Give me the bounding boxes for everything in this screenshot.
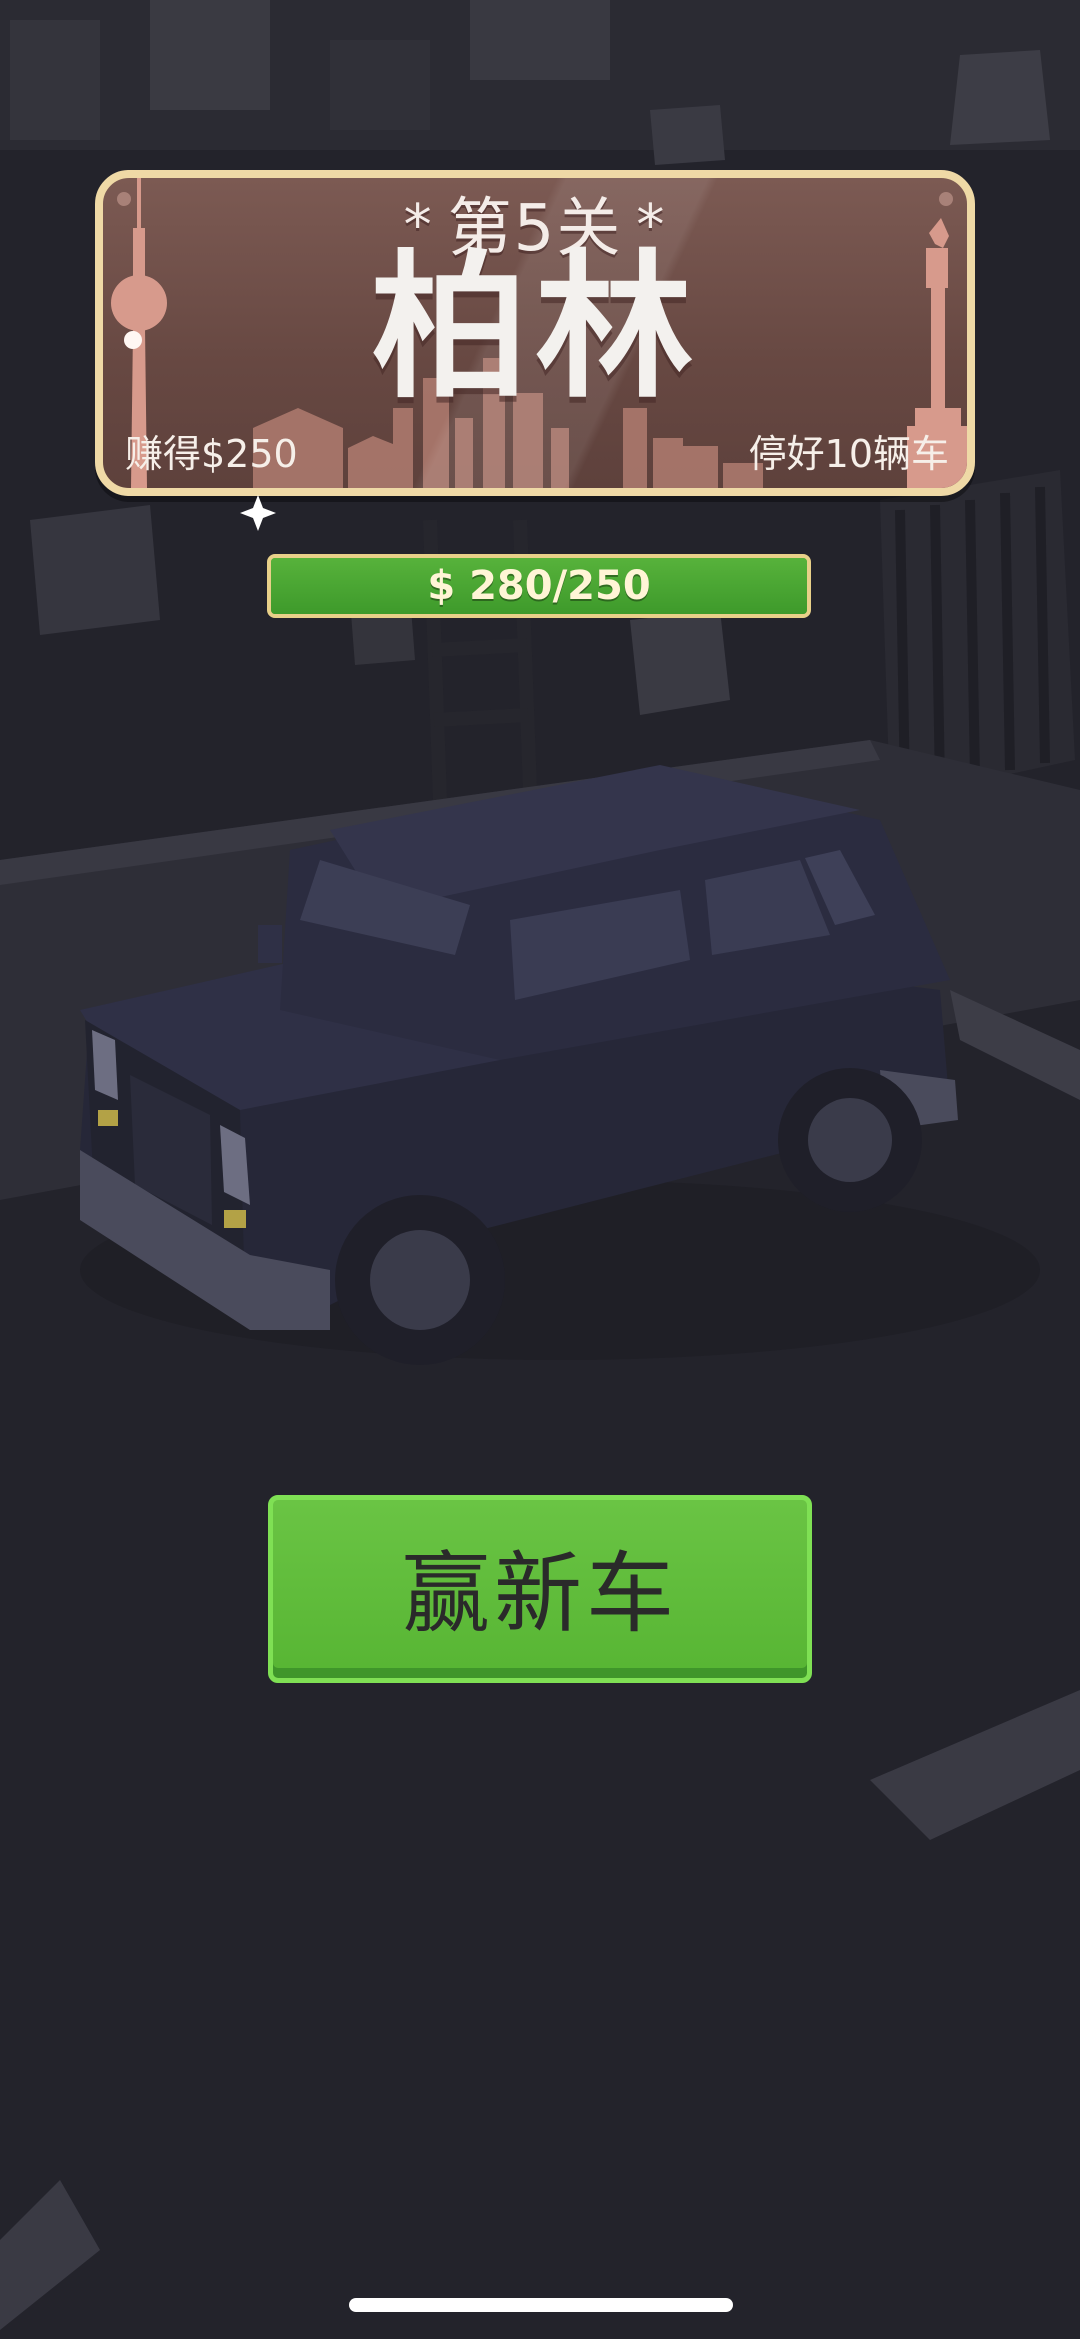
goal-text: 停好10辆车	[748, 432, 949, 476]
road-marking	[870, 1690, 1080, 1840]
city-name: 柏林	[371, 236, 699, 420]
win-new-car-label: 赢新车	[401, 1542, 678, 1645]
background-buildings	[0, 0, 1080, 165]
level-banner: * 第5关 * 柏林 赚得$250 停好10辆车	[95, 170, 975, 496]
reward-text: 赚得$250	[125, 432, 298, 476]
road-marking	[0, 2180, 100, 2330]
progress-text: $ 280/250	[427, 563, 651, 609]
home-indicator[interactable]	[349, 2298, 733, 2312]
sparkle-icon	[240, 495, 276, 531]
fence	[30, 470, 1075, 800]
money-progress-bar: $ 280/250	[267, 554, 811, 618]
win-new-car-button[interactable]: 赢新车	[268, 1495, 812, 1683]
